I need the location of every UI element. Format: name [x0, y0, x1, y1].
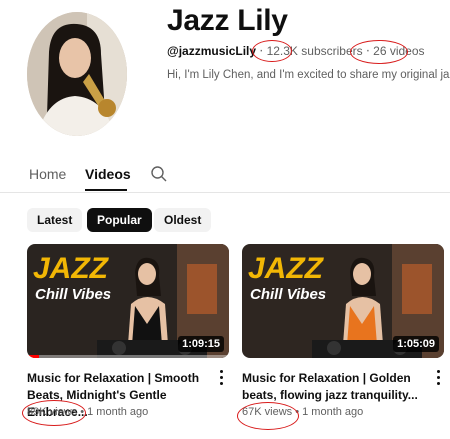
avatar-photo — [27, 12, 127, 136]
watch-progress — [27, 355, 229, 358]
video-age: 1 month ago — [302, 406, 364, 418]
more-options-icon[interactable] — [435, 370, 441, 388]
channel-name: Jazz Lily — [167, 4, 288, 37]
chip-latest[interactable]: Latest — [27, 208, 83, 232]
tab-videos[interactable]: Videos — [85, 166, 131, 182]
channel-description[interactable]: Hi, I'm Lily Chen, and I'm excited to sh… — [167, 69, 450, 81]
thumb-title: JAZZ — [33, 252, 110, 285]
tab-home[interactable]: Home — [29, 166, 66, 182]
chip-popular[interactable]: Popular — [87, 208, 152, 232]
chip-oldest[interactable]: Oldest — [154, 208, 212, 232]
video-age: 1 month ago — [87, 406, 149, 418]
thumb-title: JAZZ — [248, 252, 325, 285]
video-thumbnail[interactable]: JAZZ Chill Vibes 1:09:15 — [27, 244, 229, 358]
thumb-subtitle: Chill Vibes — [35, 286, 111, 303]
more-options-icon[interactable] — [218, 370, 224, 388]
channel-avatar[interactable] — [27, 12, 127, 136]
video-duration: 1:05:09 — [393, 336, 439, 352]
active-tab-indicator — [85, 189, 127, 191]
video-title[interactable]: Music for Relaxation | Golden beats, flo… — [242, 370, 422, 404]
annotation-circle — [237, 402, 299, 430]
video-thumbnail[interactable]: JAZZ Chill Vibes 1:05:09 — [242, 244, 444, 358]
annotation-circle — [252, 40, 292, 62]
annotation-circle — [22, 400, 86, 426]
video-duration: 1:09:15 — [178, 336, 224, 352]
channel-handle: @jazzmusicLily — [167, 44, 257, 58]
search-icon[interactable] — [150, 165, 168, 183]
channel-tabs: Home Videos — [0, 160, 450, 193]
thumb-subtitle: Chill Vibes — [250, 286, 326, 303]
watch-progress-fill — [27, 355, 40, 358]
annotation-circle — [350, 40, 408, 64]
